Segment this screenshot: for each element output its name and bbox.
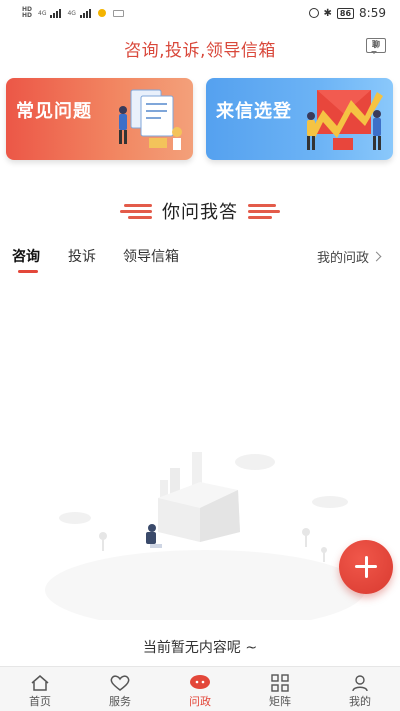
nav-matrix[interactable]: 矩阵 (240, 667, 320, 711)
heart-icon (109, 673, 131, 693)
empty-state-illustration (45, 452, 365, 620)
active-tab-indicator (18, 270, 38, 273)
heading-decoration-right (248, 203, 280, 219)
app-header: 咨询,投诉,领导信箱 聊 (0, 30, 400, 66)
nav-home[interactable]: 首页 (0, 667, 80, 711)
alarm-icon (308, 8, 319, 18)
my-inquiries-link[interactable]: 我的问政 (316, 247, 382, 266)
tab-leader-mailbox[interactable]: 领导信箱 (123, 246, 179, 266)
page-title: 咨询,投诉,领导信箱 (124, 41, 276, 61)
weather-icon (97, 9, 106, 17)
tab-complaint[interactable]: 投诉 (68, 246, 96, 266)
message-icon[interactable]: 聊 (366, 38, 386, 54)
faq-card-label: 常见问题 (16, 101, 92, 122)
user-icon (350, 673, 370, 693)
heading-decoration-left (120, 203, 152, 219)
signal-icon (79, 8, 91, 18)
hd-indicator: HD HD (22, 6, 33, 19)
nav-mine-label: 我的 (349, 695, 371, 708)
network-type-1: 4G (38, 9, 47, 17)
nav-service[interactable]: 服务 (80, 667, 160, 711)
nav-service-label: 服务 (109, 695, 131, 708)
grid-icon (270, 673, 290, 693)
status-bar: HD HD 4G 4G ✱ 86 8:59 (0, 0, 400, 26)
signal-icon (50, 8, 62, 18)
tab-consult[interactable]: 咨询 (12, 246, 40, 266)
faq-illustration-icon (119, 89, 182, 150)
letters-card[interactable]: 来信选登 (206, 78, 393, 160)
home-icon (30, 673, 50, 693)
battery-indicator: 86 (336, 7, 355, 19)
nav-inquiry-label: 问政 (189, 695, 211, 708)
bottom-nav: 首页 服务 问政 矩阵 我的 (0, 666, 400, 711)
section-title: 你问我答 (162, 202, 238, 223)
nav-home-label: 首页 (29, 695, 51, 708)
nav-matrix-label: 矩阵 (269, 695, 291, 708)
status-time: 8:59 (359, 6, 386, 20)
my-inquiries-label: 我的问政 (316, 251, 369, 266)
network-type-2: 4G (67, 9, 76, 17)
nav-inquiry[interactable]: 问政 (160, 667, 240, 711)
letters-card-label: 来信选登 (216, 101, 292, 122)
chat-bubble-icon (189, 673, 211, 693)
letters-illustration-icon (307, 90, 383, 150)
bluetooth-icon: ✱ (323, 7, 332, 19)
faq-card[interactable]: 常见问题 (6, 78, 193, 160)
nav-mine[interactable]: 我的 (320, 667, 400, 711)
chevron-right-icon (371, 251, 382, 262)
add-button[interactable] (339, 540, 393, 594)
tab-bar: 咨询 投诉 领导信箱 我的问政 (0, 244, 400, 274)
notification-icon (112, 9, 124, 17)
empty-state-text: 当前暂无内容呢 ~ (142, 640, 258, 656)
section-heading: 你问我答 (0, 196, 400, 226)
